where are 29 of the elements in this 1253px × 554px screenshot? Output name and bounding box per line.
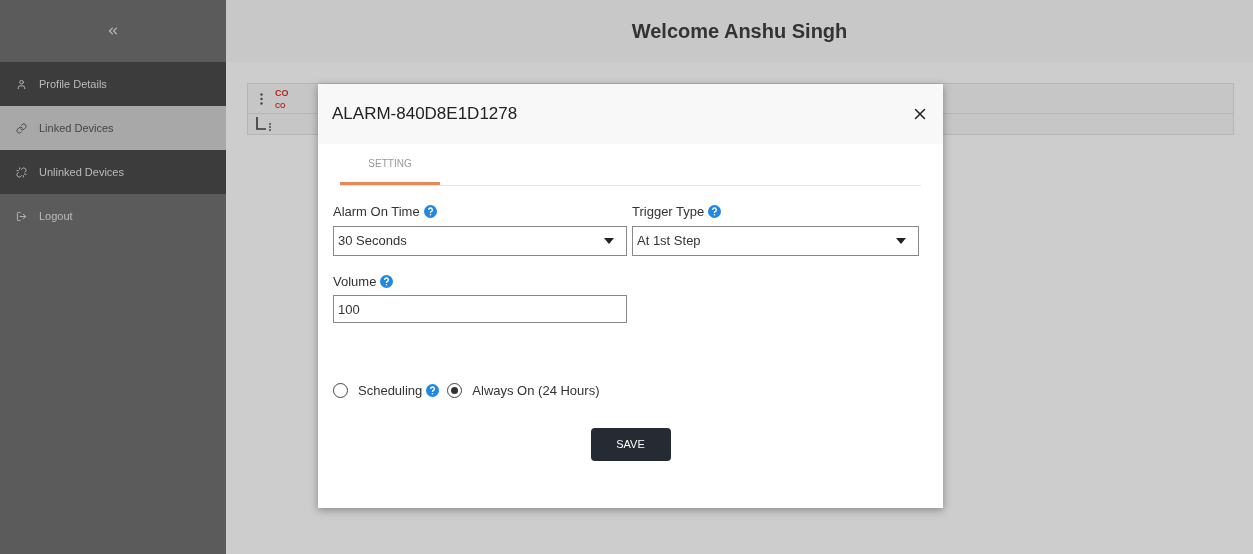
unlinked-icon	[16, 166, 27, 178]
select-field[interactable]: 30 Seconds	[333, 225, 627, 256]
field-label: Trigger Type	[632, 203, 705, 221]
help-icon[interactable]	[426, 384, 440, 398]
collapse-icon[interactable]	[106, 24, 120, 38]
welcome-title: Welcome Anshu Singh	[631, 19, 848, 44]
profile-icon	[16, 78, 27, 90]
input-field[interactable]: 100	[333, 295, 627, 323]
logout-icon	[16, 210, 27, 222]
more-icon[interactable]	[260, 92, 263, 105]
field-label: Volume	[333, 272, 377, 291]
radio-label: Always On (24 Hours)	[472, 382, 600, 400]
help-icon[interactable]	[380, 274, 394, 288]
dialog-title: ALARM-840D8E1D1278	[332, 103, 518, 126]
radio-label: Scheduling	[358, 382, 423, 400]
select-field[interactable]: At 1st Step	[632, 225, 919, 256]
linked-icon	[16, 122, 27, 134]
tree-branch-icon	[256, 117, 272, 131]
caret-icon	[896, 237, 906, 244]
sidebar-item[interactable]: Unlinked Devices	[0, 150, 226, 194]
caret-icon	[604, 237, 614, 244]
sidebar-item[interactable]: Linked Devices	[0, 106, 226, 150]
help-icon[interactable]	[423, 205, 437, 219]
status-text: CO	[275, 88, 289, 98]
field-label: Alarm On Time	[333, 203, 420, 221]
sidebar-item[interactable]: Logout	[0, 194, 226, 238]
sidebar-item[interactable]: Profile Details	[0, 62, 226, 106]
save-button[interactable]: SAVE	[590, 427, 671, 461]
help-icon[interactable]	[708, 205, 722, 219]
